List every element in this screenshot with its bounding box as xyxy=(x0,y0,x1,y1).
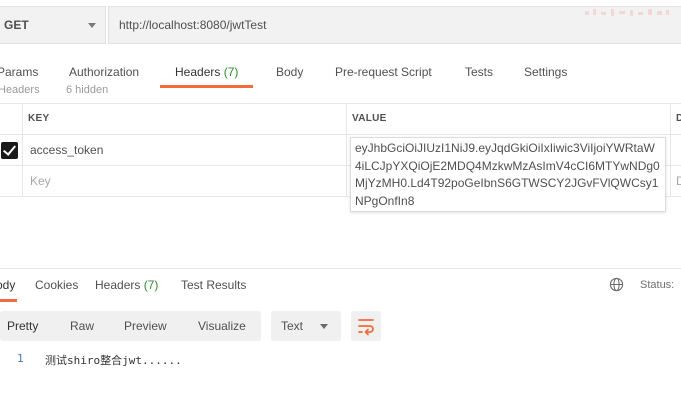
url-text: http://localhost:8080/jwtTest xyxy=(119,18,267,32)
header-value-text: eyJhbGciOiJIUzI1NiJ9.eyJqdGkiOiIxIiwic3V… xyxy=(355,141,660,208)
tab-body[interactable]: Body xyxy=(276,60,303,88)
method-select[interactable]: GET xyxy=(0,6,106,44)
format-label: Text xyxy=(281,319,304,333)
row-enabled-checkbox[interactable] xyxy=(1,142,18,159)
response-headers-count-badge: (7) xyxy=(143,278,159,292)
response-status-label: Status: xyxy=(640,279,675,291)
header-key-cell[interactable]: access_token xyxy=(30,143,103,157)
chevron-down-icon xyxy=(320,324,328,329)
response-tabs: Body Cookies Headers (7) Test Results xyxy=(0,272,681,302)
table-divider xyxy=(22,104,23,197)
method-label: GET xyxy=(4,18,29,32)
table-divider xyxy=(670,104,671,197)
response-divider xyxy=(0,268,681,269)
view-mode-visualize[interactable]: Visualize xyxy=(198,311,246,341)
response-body-line: 1 测试shiro整合jwt...... xyxy=(0,352,681,370)
header-value-editor[interactable]: eyJhbGciOiJIUzI1NiJ9.eyJqdGkiOiIxIiwic3V… xyxy=(350,137,666,212)
column-header-description: D xyxy=(676,113,681,124)
tab-test-results[interactable]: Test Results xyxy=(181,272,246,302)
view-mode-pretty[interactable]: Pretty xyxy=(7,311,38,341)
wrap-lines-button[interactable] xyxy=(351,311,381,341)
tab-headers[interactable]: Headers (7) xyxy=(159,60,254,88)
tab-response-cookies[interactable]: Cookies xyxy=(35,272,78,302)
hidden-headers-toggle[interactable]: 6 hidden xyxy=(66,84,108,94)
tab-tests[interactable]: Tests xyxy=(465,60,493,88)
new-key-input[interactable]: Key xyxy=(30,174,51,188)
line-number: 1 xyxy=(17,352,24,365)
view-mode-group: Pretty Raw Preview Visualize xyxy=(0,311,261,341)
table-divider xyxy=(0,134,681,135)
column-header-value: VALUE xyxy=(352,113,387,124)
view-mode-preview[interactable]: Preview xyxy=(124,311,167,341)
format-select[interactable]: Text xyxy=(271,311,341,341)
table-divider xyxy=(346,104,347,197)
request-bar: GET http://localhost:8080/jwtTest xyxy=(0,6,681,44)
globe-icon[interactable] xyxy=(609,277,624,292)
response-body-text: 测试shiro整合jwt...... xyxy=(45,354,182,367)
column-header-key: KEY xyxy=(28,113,50,124)
watermark-icon xyxy=(585,9,669,16)
headers-section-label: Headers xyxy=(0,84,40,94)
chevron-down-icon xyxy=(88,23,96,28)
new-description-input[interactable]: D xyxy=(676,174,681,188)
tab-response-headers[interactable]: Headers (7) xyxy=(95,272,158,302)
tab-response-body[interactable]: Body xyxy=(0,272,18,302)
wrap-lines-icon xyxy=(358,319,374,336)
view-mode-raw[interactable]: Raw xyxy=(70,311,94,341)
tab-settings[interactable]: Settings xyxy=(524,60,567,88)
tab-pre-request-script[interactable]: Pre-request Script xyxy=(335,60,432,88)
headers-count-badge: (7) xyxy=(223,65,239,79)
